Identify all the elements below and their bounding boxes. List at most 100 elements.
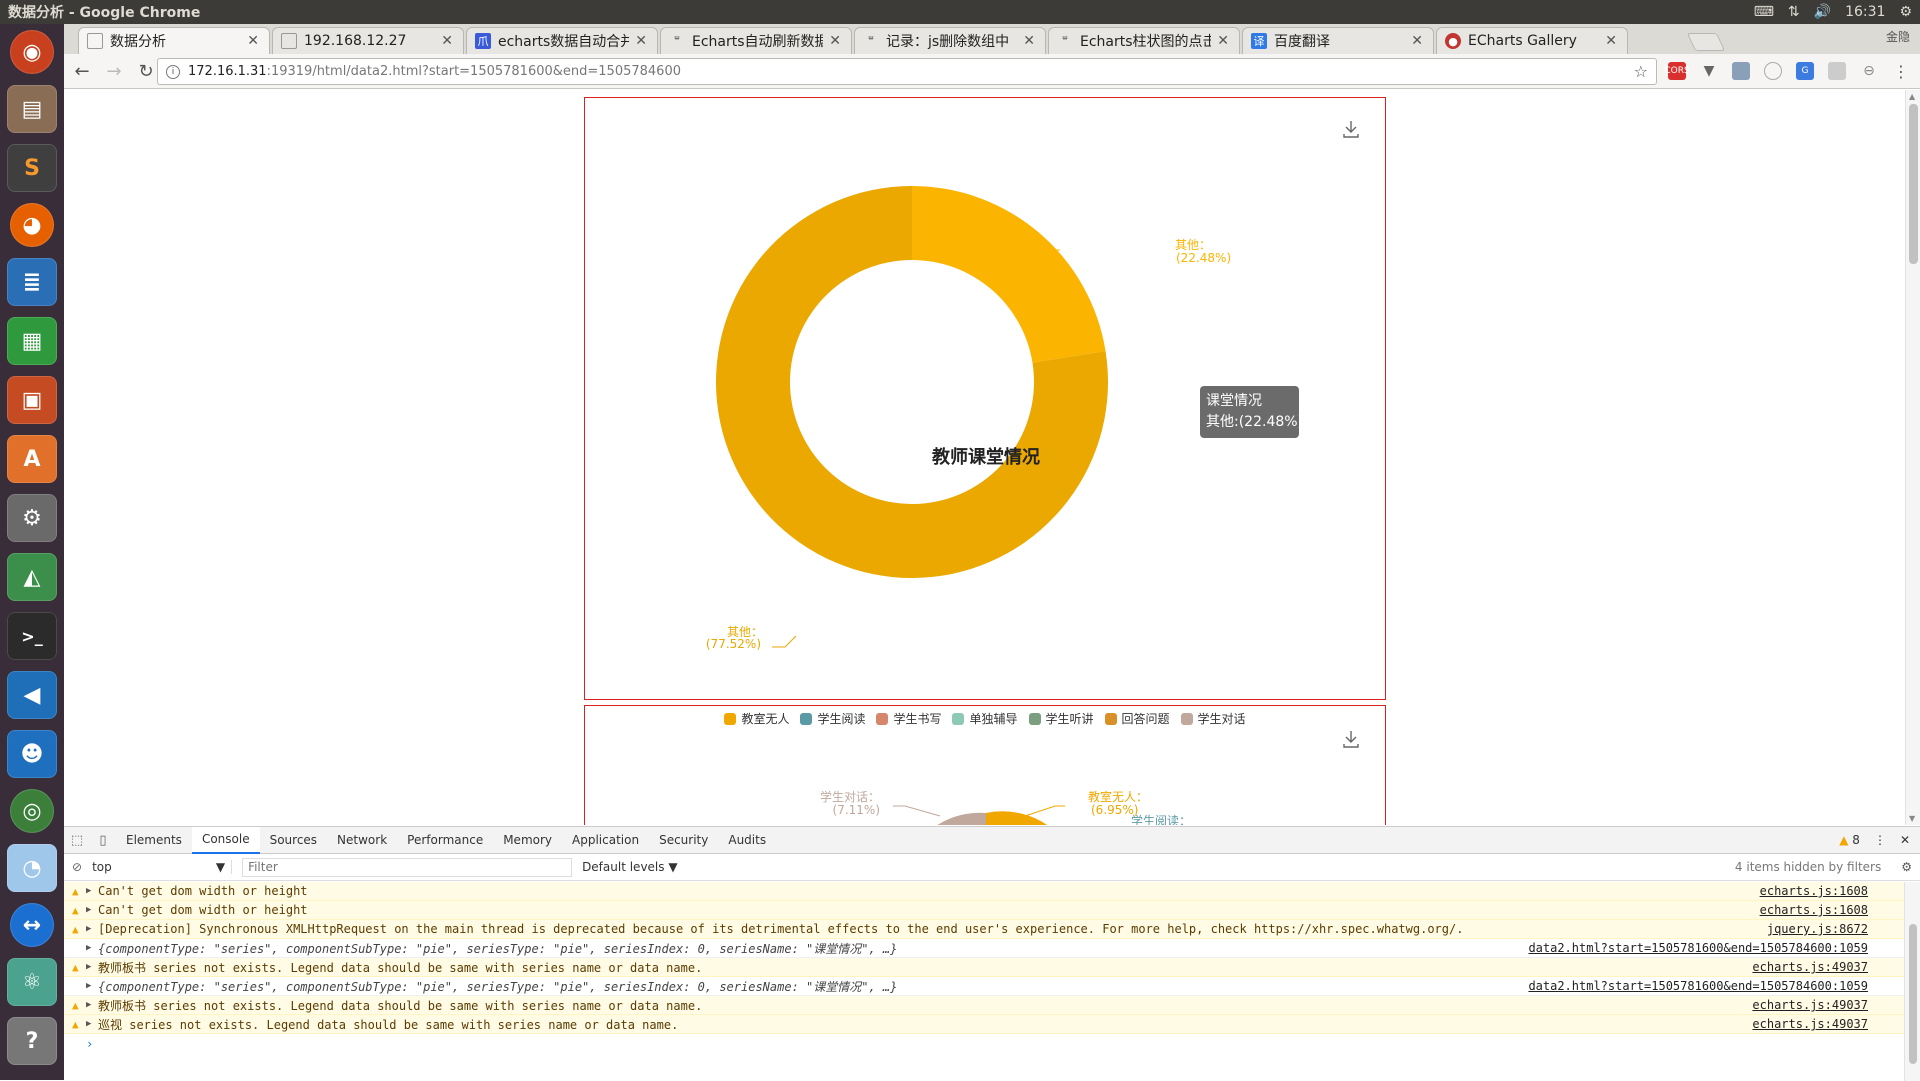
- console-message[interactable]: ▶ {componentType: "series", componentSubT…: [64, 939, 1904, 958]
- close-icon[interactable]: ✕: [1605, 33, 1617, 49]
- tab-echarts-bar[interactable]: ᐜ Echarts柱状图的点击 ✕: [1048, 27, 1240, 54]
- tab-elements[interactable]: Elements: [116, 827, 192, 854]
- tab-security[interactable]: Security: [649, 827, 718, 854]
- vscode-icon[interactable]: ◀: [7, 671, 57, 719]
- reload-button[interactable]: ↻: [132, 57, 160, 85]
- expand-caret-icon[interactable]: ▶: [86, 962, 98, 972]
- unknown-app-icon[interactable]: ?: [7, 1017, 57, 1065]
- software-center-icon[interactable]: A: [7, 435, 57, 483]
- settings-gear-icon[interactable]: ⚙: [1899, 4, 1912, 20]
- console-message[interactable]: ▶ {componentType: "series", componentSubT…: [64, 977, 1904, 996]
- console-message[interactable]: ▲ ▶ 教师板书 series not exists. Legend data sh…: [64, 996, 1904, 1015]
- qq-icon[interactable]: ☻: [7, 730, 57, 778]
- warning-count[interactable]: ▲ 8: [1839, 833, 1860, 847]
- minus-extension-icon[interactable]: ⊖: [1860, 62, 1878, 80]
- atom-icon[interactable]: ⚛: [7, 958, 57, 1006]
- console-message[interactable]: ▲ ▶ [Deprecation] Synchronous XMLHttpReque…: [64, 920, 1904, 939]
- sublime-text-icon[interactable]: S: [7, 144, 57, 192]
- expand-caret-icon[interactable]: ▶: [86, 1000, 98, 1010]
- new-tab-button[interactable]: [1686, 33, 1726, 51]
- expand-caret-icon[interactable]: ▶: [86, 981, 98, 991]
- tab-baidu-translate[interactable]: 译 百度翻译 ✕: [1242, 27, 1434, 54]
- ubuntu-dash-icon[interactable]: ◉: [10, 30, 54, 74]
- bookmark-star-icon[interactable]: ☆: [1634, 62, 1648, 81]
- source-link[interactable]: echarts.js:49037: [1752, 1017, 1904, 1031]
- circle-extension-icon[interactable]: [1764, 62, 1782, 80]
- tab-console[interactable]: Console: [191, 826, 260, 854]
- android-studio-icon[interactable]: ◭: [7, 553, 57, 601]
- impress-icon[interactable]: ▣: [7, 376, 57, 424]
- files-icon[interactable]: ▤: [7, 85, 57, 133]
- teamviewer-icon[interactable]: ↔: [10, 903, 54, 947]
- close-icon[interactable]: ✕: [1411, 33, 1423, 49]
- source-link[interactable]: echarts.js:49037: [1752, 960, 1904, 974]
- source-link[interactable]: data2.html?start=1505781600&end=15057846…: [1528, 979, 1904, 993]
- tab-sources[interactable]: Sources: [260, 827, 327, 854]
- close-icon[interactable]: ✕: [1023, 33, 1035, 49]
- expand-caret-icon[interactable]: ▶: [86, 943, 98, 953]
- calc-icon[interactable]: ▦: [7, 317, 57, 365]
- scrollbar-thumb[interactable]: [1909, 104, 1918, 264]
- writer-icon[interactable]: ≣: [7, 258, 57, 306]
- tab-performance[interactable]: Performance: [397, 827, 493, 854]
- source-link[interactable]: jquery.js:8672: [1767, 922, 1904, 936]
- tab-network[interactable]: Network: [327, 827, 397, 854]
- volume-icon[interactable]: 🔊: [1814, 4, 1831, 20]
- system-settings-icon[interactable]: ⚙: [7, 494, 57, 542]
- close-icon[interactable]: ✕: [829, 33, 841, 49]
- tab-js-delete[interactable]: ᐜ 记录：js删除数组中 ✕: [854, 27, 1046, 54]
- close-icon[interactable]: ✕: [247, 33, 259, 49]
- firefox-icon[interactable]: ◕: [10, 203, 54, 247]
- close-icon[interactable]: ✕: [635, 33, 647, 49]
- network-icon[interactable]: ⇅: [1788, 4, 1800, 20]
- close-icon[interactable]: ✕: [1217, 33, 1229, 49]
- device-toolbar-icon[interactable]: ▯: [90, 833, 116, 848]
- back-button[interactable]: ←: [68, 57, 96, 85]
- log-levels-select[interactable]: Default levels ▼: [582, 860, 678, 874]
- source-link[interactable]: echarts.js:1608: [1760, 903, 1904, 917]
- scroll-up-icon[interactable]: ▲: [1909, 92, 1915, 101]
- expand-caret-icon[interactable]: ▶: [86, 905, 98, 915]
- bookmark-extension-icon[interactable]: [1828, 62, 1846, 80]
- console-settings-icon[interactable]: ⚙: [1901, 860, 1920, 874]
- profile-label[interactable]: 金隐: [1886, 28, 1910, 45]
- tab-ip[interactable]: 192.168.12.27 ✕: [272, 27, 464, 54]
- source-link[interactable]: echarts.js:49037: [1752, 998, 1904, 1012]
- tab-application[interactable]: Application: [562, 827, 649, 854]
- console-prompt[interactable]: ›: [64, 1034, 1904, 1053]
- pie-slice[interactable]: [912, 186, 1106, 363]
- clock[interactable]: 16:31: [1845, 4, 1885, 20]
- source-link[interactable]: echarts.js:1608: [1760, 884, 1904, 898]
- tab-audits[interactable]: Audits: [718, 827, 776, 854]
- tab-echarts-merge[interactable]: 爪 echarts数据自动合并 ✕: [466, 27, 658, 54]
- console-message[interactable]: ▲ ▶ Can't get dom width or height echarts.j…: [64, 901, 1904, 920]
- context-selector[interactable]: top ▼: [92, 860, 233, 874]
- console-scrollbar[interactable]: [1904, 882, 1920, 1081]
- console-message[interactable]: ▲ ▶ Can't get dom width or height echarts.j…: [64, 882, 1904, 901]
- tab-echarts-refresh[interactable]: ᐜ Echarts自动刷新数据 ✕: [660, 27, 852, 54]
- translate-extension-icon[interactable]: G: [1796, 62, 1814, 80]
- inspect-element-icon[interactable]: ⬚: [64, 833, 90, 848]
- scrollbar-thumb[interactable]: [1909, 924, 1917, 1064]
- address-bar[interactable]: i 172.16.1.31 :19319/html/data2.html?sta…: [157, 58, 1657, 85]
- expand-caret-icon[interactable]: ▶: [86, 886, 98, 896]
- close-devtools-icon[interactable]: ✕: [1900, 833, 1910, 847]
- clear-console-icon[interactable]: ⊘: [72, 860, 82, 874]
- close-icon[interactable]: ✕: [441, 33, 453, 49]
- wechat-icon[interactable]: ◔: [7, 844, 57, 892]
- source-link[interactable]: data2.html?start=1505781600&end=15057846…: [1528, 941, 1904, 955]
- keyboard-icon[interactable]: ⌨: [1754, 4, 1774, 20]
- console-message[interactable]: ▲ ▶ 教师板书 series not exists. Legend data sh…: [64, 958, 1904, 977]
- more-options-icon[interactable]: ⋮: [1874, 833, 1886, 847]
- screen-extension-icon[interactable]: [1732, 62, 1750, 80]
- tab-memory[interactable]: Memory: [493, 827, 562, 854]
- console-filter-input[interactable]: [242, 857, 573, 877]
- info-icon[interactable]: i: [166, 64, 180, 79]
- cors-extension-icon[interactable]: CORS: [1664, 62, 1690, 80]
- menu-icon[interactable]: ⋮: [1892, 62, 1910, 81]
- console-message[interactable]: ▲ ▶ 巡视 series not exists. Legend data shou…: [64, 1015, 1904, 1034]
- scroll-down-icon[interactable]: ▼: [1909, 814, 1915, 823]
- expand-caret-icon[interactable]: ▶: [86, 924, 98, 934]
- tab-data-analysis[interactable]: 数据分析 ✕: [78, 27, 270, 54]
- page-scrollbar[interactable]: ▲ ▼: [1905, 90, 1920, 825]
